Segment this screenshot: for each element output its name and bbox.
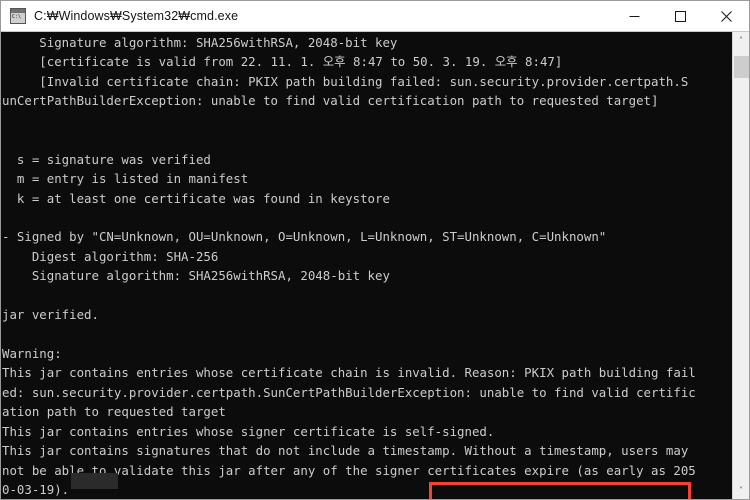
console-line: This jar contains entries whose certific… [2,365,696,381]
console-line: jar verified. [2,307,99,323]
vertical-scrollbar[interactable]: ˄ ˅ [732,32,749,499]
scrollbar-thumb[interactable] [734,56,749,78]
console-line: This jar contains entries whose signer c… [2,423,495,439]
console-line: ation path to requested target [2,404,226,420]
console-line: Signature algorithm: SHA256withRSA, 2048… [2,35,398,50]
scroll-down-arrow-icon[interactable]: ˅ [733,482,749,499]
console-line: Warning: [2,346,62,361]
console-line: Signature algorithm: SHA256withRSA, 2048… [2,268,390,284]
console-line: [Invalid certificate chain: PKIX path bu… [2,73,689,89]
console-line: - Signed by "CN=Unknown, OU=Unknown, O=U… [2,229,607,245]
console-line: unCertPathBuilderException: unable to fi… [2,93,659,109]
window-controls [611,1,749,31]
console-line: k = at least one certificate was found i… [2,190,390,206]
console-line: Digest algorithm: SHA-256 [2,248,219,264]
console-line: This jar contains signatures that do not… [2,443,689,459]
console-text: Signature algorithm: SHA256withRSA, 2048… [2,33,732,499]
console-line: [certificate is valid from 22. 11. 1. 오후… [2,54,563,70]
scrollbar-track[interactable] [733,49,749,482]
redacted-username-block [71,473,118,489]
console-line: m = entry is listed in manifest [2,171,249,187]
close-button[interactable] [703,1,749,31]
minimize-button[interactable] [611,1,657,31]
console-line: ed: sun.security.provider.certpath.SunCe… [2,384,696,400]
scroll-up-arrow-icon[interactable]: ˄ [733,32,749,49]
console-output-area[interactable]: Signature algorithm: SHA256withRSA, 2048… [1,32,732,499]
window-title: C:₩Windows₩System32₩cmd.exe [34,9,239,23]
cmd-window: C:₩Windows₩System32₩cmd.exe Sig [0,0,750,500]
title-bar[interactable]: C:₩Windows₩System32₩cmd.exe [1,1,749,32]
console-line: s = signature was verified [2,151,211,167]
maximize-button[interactable] [657,1,703,31]
cmd-icon [10,8,26,24]
